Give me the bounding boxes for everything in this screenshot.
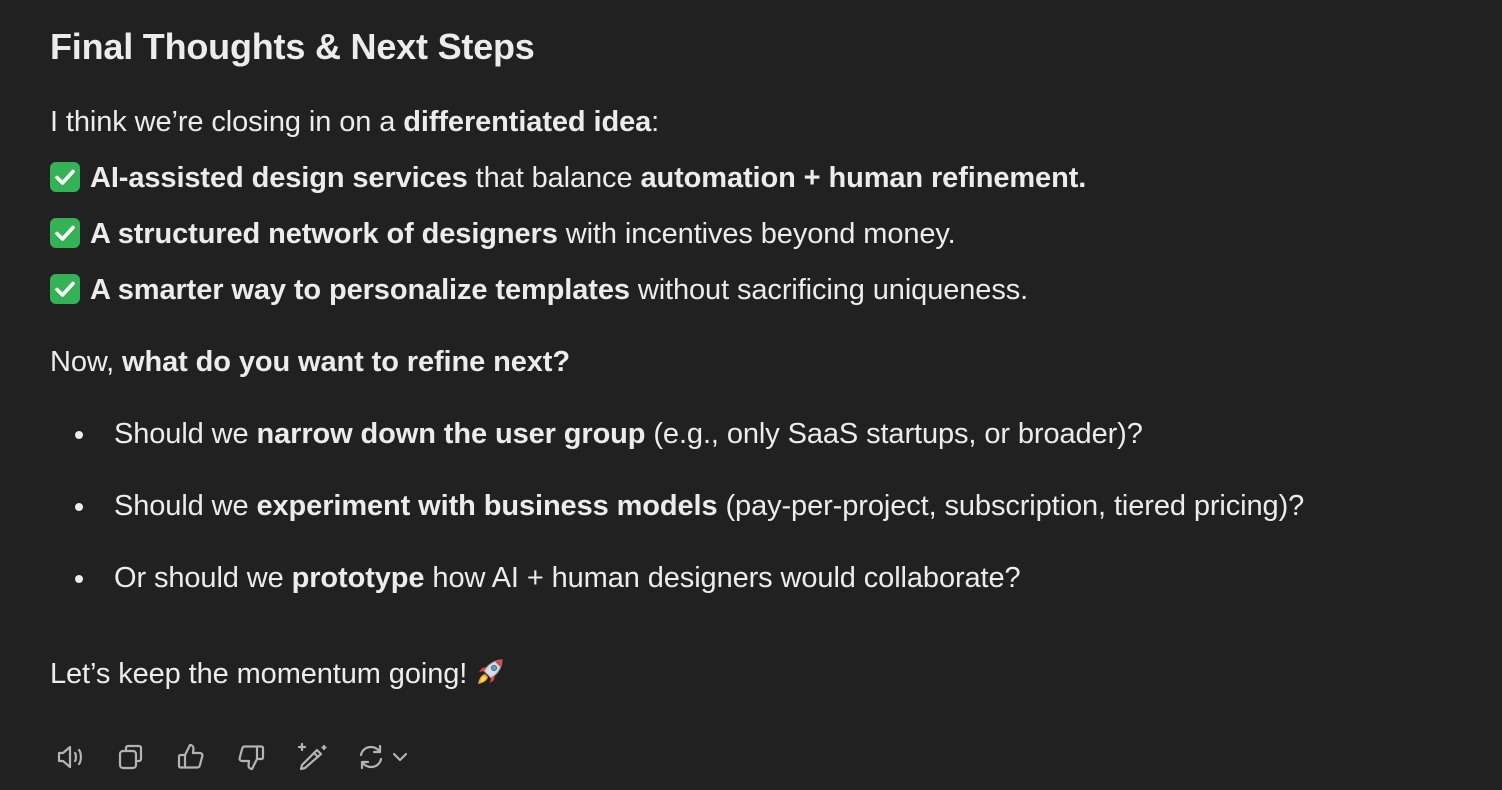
intro-line: I think we’re closing in on a differenti…: [50, 102, 659, 142]
intro-bold: differentiated idea: [403, 106, 652, 138]
checklist-item: A structured network of designers with i…: [50, 214, 956, 254]
list-item-suffix: how AI + human designers would collabora…: [424, 562, 1021, 594]
list-item-prefix: Or should we: [114, 562, 292, 594]
list-item-text: Or should we prototype how AI + human de…: [114, 558, 1021, 598]
read-aloud-button[interactable]: [50, 736, 92, 778]
checklist-item: A smarter way to personalize templates w…: [50, 270, 1028, 310]
list-item-suffix: (e.g., only SaaS startups, or broader)?: [645, 418, 1143, 450]
list-item-prefix: Should we: [114, 490, 257, 522]
copy-button[interactable]: [110, 736, 152, 778]
check-mark-button-icon: [50, 274, 80, 304]
list-item: Should we experiment with business model…: [50, 486, 1490, 526]
list-item-text: Should we experiment with business model…: [114, 486, 1304, 526]
checklist-text: that balance: [467, 162, 641, 194]
chevron-down-icon: [389, 746, 411, 768]
read-aloud-icon: [53, 739, 89, 775]
question-bold: what do you want to refine next?: [122, 346, 570, 378]
rocket-icon: [473, 655, 507, 689]
list-item-bold: experiment with business models: [256, 490, 718, 522]
list-item-prefix: Should we: [114, 418, 257, 450]
bullet-dot: [75, 503, 83, 511]
thumbs-down-button[interactable]: [230, 736, 272, 778]
thumbs-up-icon: [173, 739, 209, 775]
copy-icon: [113, 739, 149, 775]
list-item: Or should we prototype how AI + human de…: [50, 558, 1490, 598]
list-item-bold: prototype: [291, 562, 425, 594]
thumbs-up-button[interactable]: [170, 736, 212, 778]
checklist-bold: AI-assisted design services: [90, 162, 468, 194]
checklist-bold: A smarter way to personalize templates: [90, 274, 630, 306]
intro-suffix: :: [651, 106, 660, 138]
list-item-suffix: (pay-per-project, subscription, tiered p…: [717, 490, 1305, 522]
edit-canvas-button[interactable]: [290, 736, 332, 778]
section-heading: Final Thoughts & Next Steps: [50, 26, 535, 67]
list-item-bold: narrow down the user group: [256, 418, 646, 450]
check-mark-button-icon: [50, 162, 80, 192]
model-switcher-dropdown[interactable]: [384, 736, 416, 778]
checklist-bold-end: automation + human refinement.: [640, 162, 1087, 194]
intro-prefix: I think we’re closing in on a: [50, 106, 404, 138]
bullet-dot: [75, 431, 83, 439]
checklist-bold: A structured network of designers: [90, 218, 558, 250]
closing-line: Let’s keep the momentum going!: [50, 654, 507, 694]
bullet-dot: [75, 575, 83, 583]
checklist-item: AI-assisted design services that balance…: [50, 158, 1086, 198]
thumbs-down-icon: [233, 739, 269, 775]
list-item: Should we narrow down the user group (e.…: [50, 414, 1490, 454]
checklist-text: without sacrificing uniqueness.: [629, 274, 1029, 306]
checklist-text: with incentives beyond money.: [557, 218, 956, 250]
edit-canvas-icon: [293, 739, 329, 775]
question-line: Now, what do you want to refine next?: [50, 342, 570, 382]
closing-text: Let’s keep the momentum going!: [50, 658, 468, 690]
check-mark-button-icon: [50, 218, 80, 248]
list-item-text: Should we narrow down the user group (e.…: [114, 414, 1143, 454]
question-prefix: Now,: [50, 346, 123, 378]
